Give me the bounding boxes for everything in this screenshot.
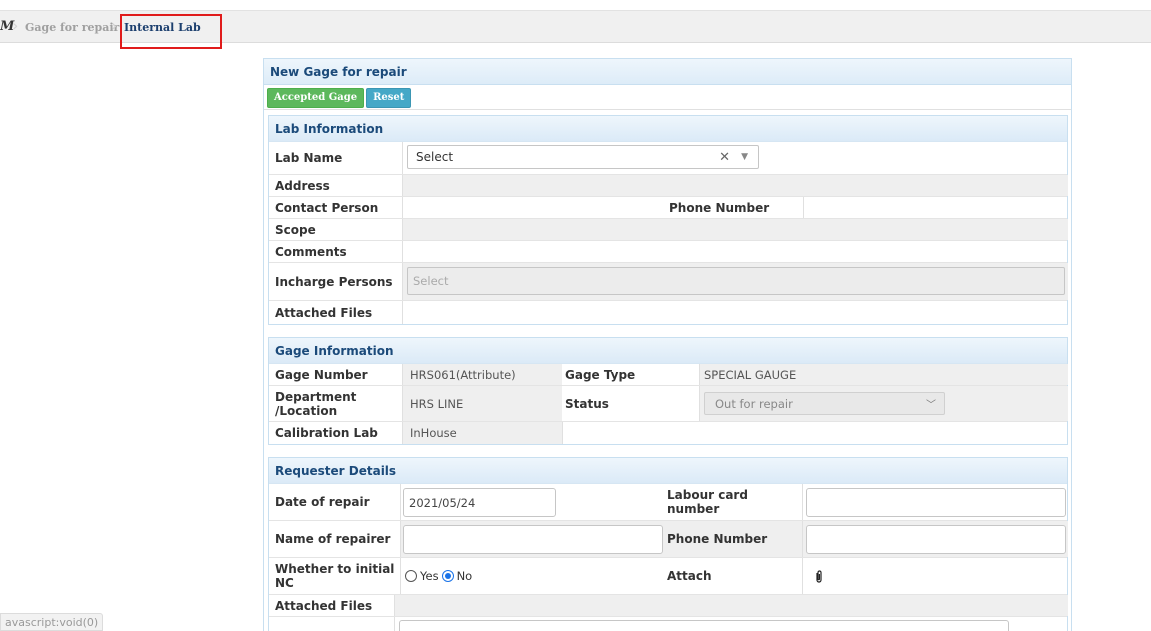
- phone-number-input[interactable]: [806, 525, 1066, 554]
- clear-icon[interactable]: ✕: [719, 150, 730, 165]
- no-label: No: [456, 569, 473, 583]
- new-gage-form: New Gage for repair Accepted Gage Reset L…: [263, 58, 1072, 631]
- initial-nc-radios: Yes No: [400, 558, 665, 594]
- calibration-lab-label: Calibration Lab: [275, 426, 378, 440]
- phone-number-label: Phone Number: [665, 521, 802, 557]
- labour-card-label: Labour card number: [667, 488, 748, 516]
- next-row: [269, 617, 1067, 631]
- gage-number-row: Gage Number HRS061(Attribute) Gage Type …: [269, 364, 1068, 386]
- comments-row: Comments: [269, 241, 1067, 263]
- form-toolbar: Accepted Gage Reset: [264, 85, 1071, 110]
- lab-name-label: Lab Name: [275, 151, 343, 165]
- name-of-repairer-input[interactable]: [403, 525, 663, 554]
- gage-number-value: HRS061(Attribute): [402, 364, 562, 385]
- lab-information-title: Lab Information: [269, 116, 1067, 142]
- date-of-repair-label: Date of repair: [275, 495, 370, 509]
- reset-button[interactable]: Reset: [366, 88, 412, 108]
- highlight-box: [120, 14, 222, 49]
- address-label: Address: [275, 178, 330, 193]
- attach-label: Attach: [667, 569, 712, 583]
- chevron-right-icon: ›: [12, 16, 19, 35]
- department-row: Department /Location HRS LINE Status Out…: [269, 386, 1068, 422]
- breadcrumb-item-gage-for-repair[interactable]: Gage for repair: [25, 21, 119, 34]
- form-title: New Gage for repair: [264, 59, 1071, 85]
- phone-number-value: [803, 197, 1068, 218]
- req-attached-files-label: Attached Files: [275, 598, 373, 613]
- attach-paperclip-icon[interactable]: [802, 558, 1068, 594]
- incharge-persons-select[interactable]: Select: [407, 267, 1065, 295]
- comments-input[interactable]: [399, 620, 1009, 631]
- browser-status-bar: avascript:void(0): [0, 613, 104, 631]
- chevron-down-icon: ﹀: [926, 400, 936, 411]
- status-select-value: Out for repair: [715, 396, 793, 411]
- scope-value: [402, 219, 1068, 240]
- comments-value: [402, 241, 1068, 262]
- scope-label: Scope: [275, 222, 316, 237]
- gage-type-label: Gage Type: [565, 367, 636, 382]
- gage-information-section: Gage Information Gage Number HRS061(Attr…: [268, 337, 1068, 445]
- accepted-gage-button[interactable]: Accepted Gage: [267, 88, 365, 108]
- labour-card-input[interactable]: [806, 488, 1066, 517]
- department-value: HRS LINE: [402, 386, 562, 421]
- yes-radio[interactable]: [405, 570, 417, 582]
- incharge-persons-label: Incharge Persons: [275, 274, 393, 289]
- status-select[interactable]: Out for repair ﹀: [704, 392, 945, 415]
- department-label: Department /Location: [275, 389, 357, 418]
- initial-nc-label: Whether to initial NC: [275, 562, 395, 590]
- date-of-repair-input[interactable]: 2021/05/24: [403, 488, 556, 517]
- repairer-row: Name of repairer Phone Number: [269, 521, 1068, 558]
- status-label: Status: [565, 396, 609, 411]
- req-attached-files-row: Attached Files: [269, 595, 1068, 617]
- scope-row: Scope: [269, 219, 1068, 241]
- caret-down-icon[interactable]: ▼: [741, 152, 748, 162]
- requester-details-title: Requester Details: [269, 458, 1067, 484]
- calibration-lab-value: InHouse: [402, 422, 562, 444]
- attached-files-label: Attached Files: [275, 305, 373, 320]
- contact-person-value: [402, 197, 666, 218]
- lab-name-select-value: Select: [416, 150, 454, 164]
- initial-nc-row: Whether to initial NC Yes No Attach: [269, 558, 1067, 595]
- req-attached-files-value: [394, 595, 1068, 616]
- address-row: Address: [269, 175, 1068, 197]
- phone-number-label: Phone Number: [669, 200, 770, 215]
- name-of-repairer-label: Name of repairer: [275, 532, 391, 546]
- date-row: Date of repair 2021/05/24 Labour card nu…: [269, 484, 1067, 521]
- gage-type-value: SPECIAL GAUGE: [699, 364, 1068, 385]
- address-value: [402, 175, 1068, 196]
- incharge-row: Incharge Persons Select: [269, 263, 1068, 301]
- requester-details-section: Requester Details Date of repair 2021/05…: [268, 457, 1068, 631]
- calibration-lab-row: Calibration Lab InHouse: [269, 422, 1067, 444]
- yes-label: Yes: [420, 569, 439, 583]
- gage-information-title: Gage Information: [269, 338, 1067, 364]
- lab-information-section: Lab Information Lab Name Select ✕ ▼ Addr…: [268, 115, 1068, 325]
- no-radio[interactable]: [441, 570, 454, 582]
- comments-label: Comments: [275, 244, 347, 259]
- contact-person-label: Contact Person: [275, 200, 379, 215]
- attached-files-value: [402, 301, 1068, 324]
- contact-row: Contact Person Phone Number: [269, 197, 1067, 219]
- lab-attached-files-row: Attached Files: [269, 301, 1067, 324]
- gage-number-label: Gage Number: [275, 367, 368, 382]
- lab-name-row: Lab Name Select ✕ ▼: [269, 142, 1067, 175]
- lab-name-select[interactable]: Select ✕ ▼: [407, 145, 759, 169]
